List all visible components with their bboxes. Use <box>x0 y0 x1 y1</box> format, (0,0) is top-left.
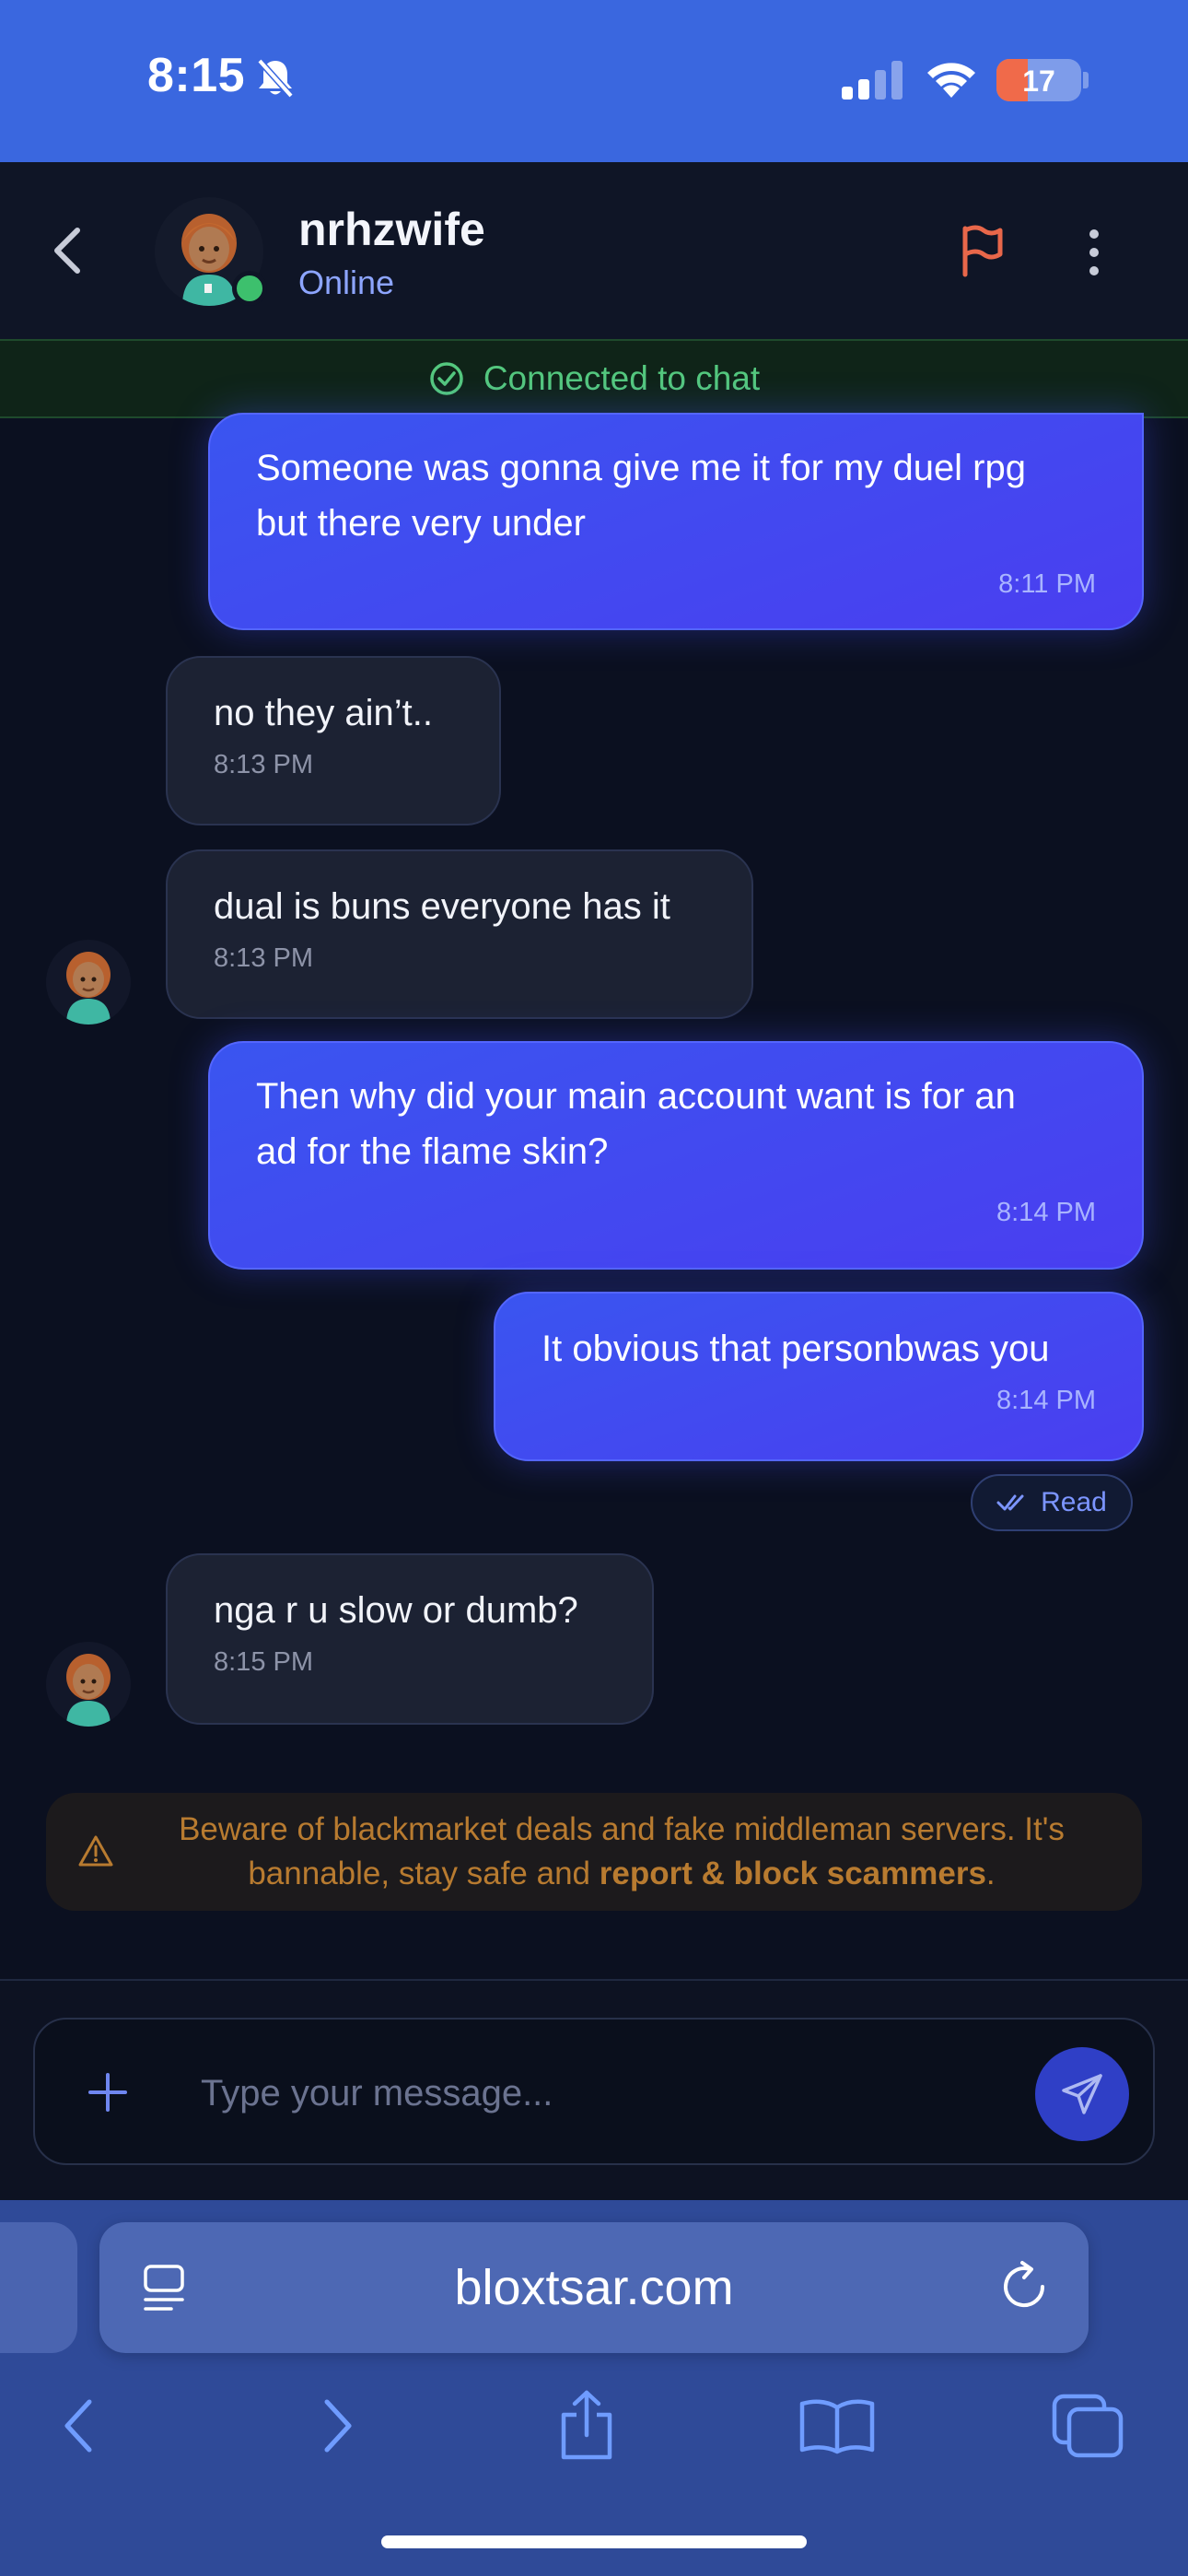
battery-icon: 17 <box>996 59 1081 101</box>
browser-nav-row <box>0 2384 1188 2476</box>
message-text: ad for the flame skin? <box>256 1131 609 1172</box>
wifi-icon <box>927 63 975 98</box>
share-icon <box>561 2390 612 2460</box>
message-text: dual is buns everyone has it <box>214 886 670 927</box>
message-text: no they ain’t.. <box>214 693 433 733</box>
message-bubble-incoming[interactable]: nga r u slow or dumb? 8:15 PM <box>166 1553 654 1725</box>
tabs-button[interactable] <box>1046 2384 1129 2467</box>
address-bar[interactable]: bloxtsar.com <box>99 2222 1089 2353</box>
cellular-signal-icon <box>842 61 903 100</box>
message-text: It obvious that personbwas you <box>542 1329 1050 1369</box>
chevron-left-icon <box>64 2399 92 2453</box>
chevron-right-icon <box>324 2399 352 2453</box>
message-text: but there very under <box>256 503 586 544</box>
message-time: 8:13 PM <box>214 943 313 973</box>
status-time: 8:15 <box>147 49 246 102</box>
message-input[interactable] <box>201 2056 956 2130</box>
message-text: Someone was gonna give me it for my duel… <box>256 448 1026 488</box>
bookmarks-button[interactable] <box>796 2384 879 2467</box>
composer-area <box>0 1979 1188 2200</box>
message-bubble-outgoing[interactable]: Someone was gonna give me it for my duel… <box>208 413 1144 630</box>
read-receipt-badge: Read <box>971 1474 1133 1531</box>
plus-icon[interactable] <box>87 2071 129 2113</box>
battery-level: 17 <box>1022 64 1055 98</box>
read-receipt-label: Read <box>1041 1487 1107 1517</box>
warning-line: Beware of blackmarket deals and fake mid… <box>179 1811 1065 1847</box>
flag-icon[interactable] <box>958 223 1006 278</box>
browser-back-button[interactable] <box>37 2384 120 2467</box>
double-check-icon <box>996 1494 1024 1511</box>
home-indicator[interactable] <box>381 2535 807 2548</box>
message-time: 8:14 PM <box>996 1198 1096 1227</box>
message-time: 8:15 PM <box>214 1647 313 1677</box>
previous-tab-peek[interactable] <box>0 2222 77 2353</box>
warning-line: bannable, stay safe and <box>248 1856 600 1891</box>
message-time: 8:14 PM <box>996 1386 1096 1415</box>
message-time: 8:13 PM <box>214 750 313 779</box>
message-bubble-incoming[interactable]: no they ain’t.. 8:13 PM <box>166 656 501 825</box>
reload-icon[interactable] <box>998 2259 1054 2316</box>
message-text: Then why did your main account want is f… <box>256 1076 1016 1117</box>
chat-header: nrhzwife Online <box>0 162 1188 339</box>
url-text[interactable]: bloxtsar.com <box>99 2259 1089 2316</box>
tabs-icon <box>1052 2394 1124 2458</box>
warning-triangle-icon <box>78 1835 113 1867</box>
share-button[interactable] <box>545 2384 628 2467</box>
browser-toolbar: bloxtsar.com <box>0 2200 1188 2576</box>
bell-slash-icon <box>257 58 294 99</box>
avatar[interactable] <box>155 197 267 306</box>
chevron-left-icon[interactable] <box>48 223 88 278</box>
chat-username[interactable]: nrhzwife <box>298 203 485 256</box>
message-bubble-outgoing[interactable]: Then why did your main account want is f… <box>208 1041 1144 1270</box>
message-composer <box>33 2018 1155 2165</box>
status-bar: 8:15 17 <box>0 0 1188 162</box>
sender-avatar[interactable] <box>46 940 131 1025</box>
check-circle-icon <box>430 362 463 395</box>
message-text: nga r u slow or dumb? <box>214 1590 578 1631</box>
book-icon <box>799 2399 875 2454</box>
warning-punctuation: . <box>985 1856 996 1891</box>
online-indicator <box>232 271 267 306</box>
connection-status-text: Connected to chat <box>483 359 761 397</box>
connection-banner: Connected to chat <box>0 339 1188 418</box>
message-time: 8:11 PM <box>998 569 1096 599</box>
more-vertical-icon[interactable] <box>1083 227 1105 278</box>
sender-avatar[interactable] <box>46 1642 131 1727</box>
browser-forward-button[interactable] <box>297 2384 379 2467</box>
message-bubble-outgoing[interactable]: It obvious that personbwas you 8:14 PM <box>494 1292 1144 1461</box>
send-icon <box>1062 2074 1102 2114</box>
user-status: Online <box>298 263 395 301</box>
warning-text: Beware of blackmarket deals and fake mid… <box>134 1808 1110 1896</box>
report-block-link[interactable]: report & block scammers <box>600 1856 986 1891</box>
scam-warning-banner: Beware of blackmarket deals and fake mid… <box>46 1793 1142 1911</box>
send-button[interactable] <box>1035 2047 1129 2141</box>
message-bubble-incoming[interactable]: dual is buns everyone has it 8:13 PM <box>166 849 753 1019</box>
